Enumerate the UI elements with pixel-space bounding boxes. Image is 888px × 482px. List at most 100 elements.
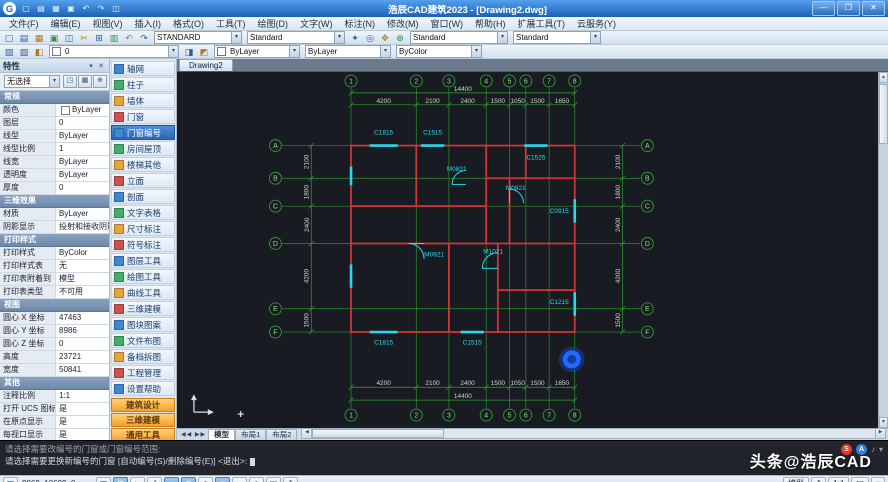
property-value[interactable]: ByLayer	[56, 130, 109, 142]
open-icon[interactable]: ▤	[34, 2, 48, 15]
pan-icon[interactable]: ✥	[378, 32, 392, 44]
property-value[interactable]: 不可用	[56, 286, 109, 298]
save-icon[interactable]: ▦	[49, 2, 63, 15]
preview-icon[interactable]: ◫	[62, 32, 76, 44]
status-right-item-0[interactable]: 模型	[782, 476, 809, 482]
screen-menu-item-7[interactable]: 立面	[111, 173, 175, 188]
dyn-toggle[interactable]: ≡	[215, 476, 230, 482]
properties-section-header-4[interactable]: 其他	[0, 377, 109, 390]
menu-item-5[interactable]: 工具(T)	[210, 17, 252, 30]
find-icon[interactable]: ◎	[363, 32, 377, 44]
layout-tab-2[interactable]: 布局2	[266, 429, 298, 440]
selection-combo[interactable]: 无选择 ▾	[4, 75, 60, 88]
document-tab[interactable]: Drawing2	[179, 59, 233, 71]
property-value[interactable]: 1:1	[56, 390, 109, 402]
screen-menu-item-11[interactable]: 符号标注	[111, 237, 175, 252]
snap-toggle[interactable]: ▦	[96, 476, 111, 482]
screen-menu-item-4[interactable]: 门窗编号	[111, 125, 175, 140]
lwt-toggle[interactable]: ▭	[232, 476, 247, 482]
plot-icon[interactable]: ▣	[47, 32, 61, 44]
screen-menu-item-19[interactable]: 工程管理	[111, 365, 175, 380]
qp-toggle[interactable]: ◈	[249, 476, 264, 482]
property-value[interactable]: ByLayer	[56, 208, 109, 220]
property-value[interactable]: 1	[56, 143, 109, 155]
screen-menu-item-20[interactable]: 设置帮助	[111, 381, 175, 396]
minimize-button[interactable]: —	[812, 1, 835, 16]
screen-menu-item-3[interactable]: 门窗	[111, 109, 175, 124]
status-right-item-3[interactable]: ◱	[851, 476, 869, 482]
ortho-toggle[interactable]: ∟	[130, 476, 145, 482]
screen-menu-item-9[interactable]: 文字表格	[111, 205, 175, 220]
properties-section-header-3[interactable]: 视图	[0, 299, 109, 312]
open-icon[interactable]: ▤	[17, 32, 31, 44]
layout-tab-0[interactable]: 模型	[208, 429, 236, 440]
drawing-canvas[interactable]: 4200 2100 2400 1500 1050 1500 1650144004200 210…	[177, 72, 888, 428]
property-value[interactable]: 是	[56, 403, 109, 415]
properties-section-header-2[interactable]: 打印样式	[0, 234, 109, 247]
property-value[interactable]: 是	[56, 429, 109, 440]
scroll-right-icon[interactable]: ▶	[875, 429, 885, 438]
screen-menu-item-5[interactable]: 房间屋顶	[111, 141, 175, 156]
property-value[interactable]: ByLayer	[56, 104, 109, 116]
undo-icon[interactable]: ↶	[122, 32, 136, 44]
menu-item-7[interactable]: 文字(W)	[294, 17, 339, 30]
plotstyle-combo[interactable]: ByColor ▾	[396, 45, 482, 58]
property-value[interactable]: 无	[56, 260, 109, 272]
screen-menu-item-14[interactable]: 曲线工具	[111, 285, 175, 300]
property-value[interactable]: 投射和接收阴影	[56, 221, 109, 233]
screen-menu-item-15[interactable]: 三维建模	[111, 301, 175, 316]
layer-states-icon[interactable]: ▨	[17, 46, 31, 58]
menu-item-4[interactable]: 格式(O)	[167, 17, 210, 30]
vertical-scrollbar[interactable]: ▲ ▼	[878, 72, 888, 428]
screen-menu-item-17[interactable]: 文件布图	[111, 333, 175, 348]
properties-section-header-0[interactable]: 常规	[0, 91, 109, 104]
layer-combo[interactable]: 0 ▾	[49, 45, 179, 58]
properties-section-header-1[interactable]: 三维效果	[0, 195, 109, 208]
new-icon[interactable]: ▢	[19, 2, 33, 15]
menu-item-6[interactable]: 绘图(D)	[252, 17, 295, 30]
property-value[interactable]: 47463	[56, 312, 109, 324]
screen-menu-item-2[interactable]: 墙体	[111, 93, 175, 108]
menu-item-10[interactable]: 窗口(W)	[425, 17, 470, 30]
maximize-button[interactable]: ❐	[837, 1, 860, 16]
osnap-toggle[interactable]: ⌖	[164, 476, 179, 482]
dimension-style-combo[interactable]: STANDARD ▾	[154, 31, 242, 44]
otrack-toggle[interactable]: ⊙	[181, 476, 196, 482]
quick-select-button[interactable]: ⊕	[93, 75, 107, 88]
palette-pin-icon[interactable]: ▾	[86, 62, 96, 70]
new-icon[interactable]: ▢	[2, 32, 16, 44]
property-value[interactable]: 0	[56, 117, 109, 129]
redo-icon[interactable]: ↷	[94, 2, 108, 15]
color-combo[interactable]: ByLayer ▾	[214, 45, 300, 58]
scroll-up-icon[interactable]: ▲	[879, 72, 888, 83]
paste-icon[interactable]: ▥	[107, 32, 121, 44]
drawing-area[interactable]: 4200 2100 2400 1500 1050 1500 1650 14400 4200 210…	[177, 72, 888, 428]
status-right-item-4[interactable]: ▾	[870, 476, 885, 482]
screen-menu-item-12[interactable]: 图层工具	[111, 253, 175, 268]
screen-menu-item-13[interactable]: 绘图工具	[111, 269, 175, 284]
layer-manager-icon[interactable]: ▧	[2, 46, 16, 58]
screen-menu-group-0[interactable]: 建筑设计	[111, 398, 175, 412]
sc-toggle[interactable]: ▣	[266, 476, 281, 482]
property-value[interactable]: 0	[56, 338, 109, 350]
zoom-icon[interactable]: ⊕	[393, 32, 407, 44]
grid-origin-icon[interactable]: ▦	[3, 476, 18, 482]
scroll-left-icon[interactable]: ◀	[302, 429, 313, 438]
select-objects-button[interactable]: ▦	[78, 75, 92, 88]
polar-toggle[interactable]: ∠	[147, 476, 162, 482]
menu-item-11[interactable]: 帮助(H)	[469, 17, 512, 30]
property-value[interactable]: ByColor	[56, 247, 109, 259]
screen-menu-item-0[interactable]: 轴网	[111, 61, 175, 76]
menu-item-0[interactable]: 文件(F)	[3, 17, 45, 30]
preview-icon[interactable]: ◫	[109, 2, 123, 15]
linetype-combo[interactable]: ByLayer ▾	[305, 45, 391, 58]
scroll-down-icon[interactable]: ▼	[879, 417, 888, 428]
layer-on-icon[interactable]: ◩	[197, 46, 211, 58]
status-right-item-2[interactable]: 1:1	[828, 476, 850, 482]
property-value[interactable]: 是	[56, 416, 109, 428]
property-value[interactable]: ByLayer	[56, 156, 109, 168]
screen-menu-item-10[interactable]: 尺寸标注	[111, 221, 175, 236]
screen-menu-group-1[interactable]: 三维建模	[111, 413, 175, 427]
toggle-pickadd-button[interactable]: ◳	[63, 75, 77, 88]
match-icon[interactable]: ✦	[348, 32, 362, 44]
